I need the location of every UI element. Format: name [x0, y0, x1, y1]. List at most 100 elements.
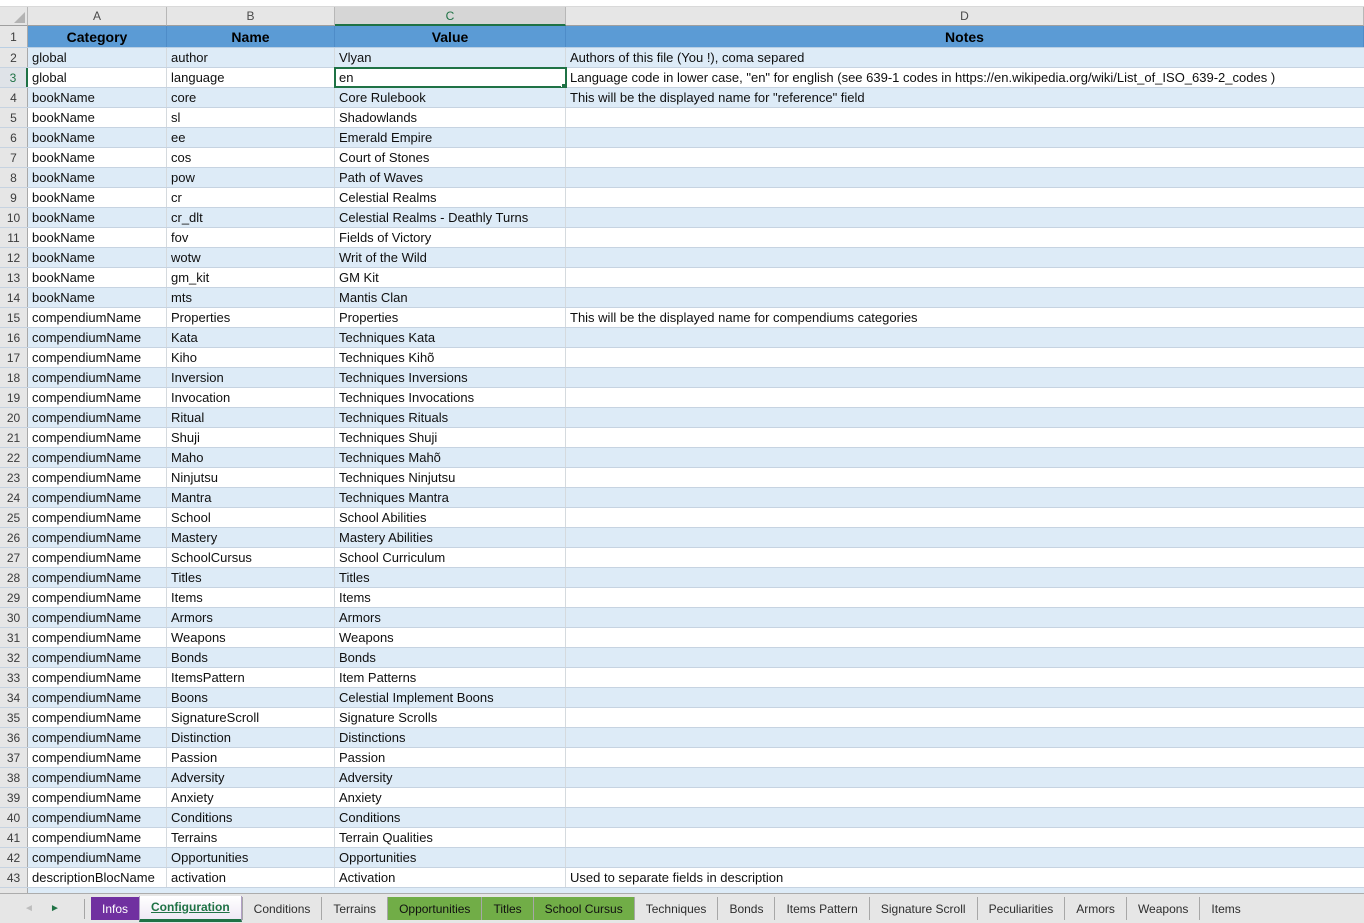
- row-number[interactable]: 15: [0, 308, 28, 327]
- cell-category[interactable]: compendiumName: [28, 828, 167, 847]
- row-number[interactable]: 7: [0, 148, 28, 167]
- cell-value[interactable]: Path of Waves: [335, 168, 566, 187]
- sheet-tab-bonds[interactable]: Bonds: [717, 897, 774, 920]
- cell-category[interactable]: compendiumName: [28, 808, 167, 827]
- cell-category[interactable]: compendiumName: [28, 428, 167, 447]
- cell-notes[interactable]: [566, 268, 1364, 287]
- cell-name[interactable]: Conditions: [167, 808, 335, 827]
- cell-category[interactable]: compendiumName: [28, 488, 167, 507]
- cell-category[interactable]: compendiumName: [28, 568, 167, 587]
- fill-handle[interactable]: [561, 83, 566, 87]
- row-number[interactable]: 37: [0, 748, 28, 767]
- cell-name[interactable]: Kata: [167, 328, 335, 347]
- cell-value[interactable]: Mantis Clan: [335, 288, 566, 307]
- cell-value[interactable]: Distinctions: [335, 728, 566, 747]
- column-header-a[interactable]: A: [28, 7, 167, 26]
- row-number[interactable]: 33: [0, 668, 28, 687]
- cell-notes[interactable]: This will be the displayed name for "ref…: [566, 88, 1364, 107]
- header-cell-value[interactable]: Value: [335, 26, 566, 47]
- row-number[interactable]: 11: [0, 228, 28, 247]
- column-header-d[interactable]: D: [566, 7, 1364, 26]
- cell-category[interactable]: global: [28, 68, 167, 87]
- sheet-tab-peculiarities[interactable]: Peculiarities: [977, 897, 1065, 920]
- cell-name[interactable]: Invocation: [167, 388, 335, 407]
- cell-notes[interactable]: [566, 388, 1364, 407]
- cell-notes[interactable]: [566, 748, 1364, 767]
- cell-value[interactable]: Techniques Mantra: [335, 488, 566, 507]
- row-number[interactable]: 14: [0, 288, 28, 307]
- cell-value[interactable]: en: [335, 68, 566, 87]
- cell-name[interactable]: cos: [167, 148, 335, 167]
- row-number[interactable]: 23: [0, 468, 28, 487]
- row-number[interactable]: 3: [0, 68, 28, 87]
- cell-name[interactable]: ItemsPattern: [167, 668, 335, 687]
- cell-category[interactable]: bookName: [28, 208, 167, 227]
- cell-category[interactable]: bookName: [28, 248, 167, 267]
- cell-notes[interactable]: [566, 768, 1364, 787]
- cell-category[interactable]: descriptionBlocName: [28, 868, 167, 887]
- cell-notes[interactable]: [566, 708, 1364, 727]
- select-all-corner[interactable]: [0, 7, 28, 26]
- cell-category[interactable]: bookName: [28, 188, 167, 207]
- cell-notes[interactable]: [566, 448, 1364, 467]
- cell-value[interactable]: Techniques Kata: [335, 328, 566, 347]
- row-number[interactable]: 1: [0, 26, 28, 47]
- cell-name[interactable]: Opportunities: [167, 848, 335, 867]
- sheet-tab-items-pattern[interactable]: Items Pattern: [774, 897, 868, 920]
- cell-notes[interactable]: [566, 288, 1364, 307]
- cell-name[interactable]: Kiho: [167, 348, 335, 367]
- cell-category[interactable]: compendiumName: [28, 608, 167, 627]
- cell-notes[interactable]: [566, 788, 1364, 807]
- cell-value[interactable]: Techniques Rituals: [335, 408, 566, 427]
- cell-name[interactable]: Weapons: [167, 628, 335, 647]
- cell-name[interactable]: Adversity: [167, 768, 335, 787]
- cell-name[interactable]: Shuji: [167, 428, 335, 447]
- row-number[interactable]: 20: [0, 408, 28, 427]
- cell-category[interactable]: compendiumName: [28, 528, 167, 547]
- cell-notes[interactable]: [566, 688, 1364, 707]
- cell-category[interactable]: bookName: [28, 148, 167, 167]
- cell-category[interactable]: compendiumName: [28, 348, 167, 367]
- tab-scroll-left-icon[interactable]: ◄: [16, 903, 42, 914]
- cell-name[interactable]: cr: [167, 188, 335, 207]
- row-number[interactable]: 43: [0, 868, 28, 887]
- cell-name[interactable]: School: [167, 508, 335, 527]
- cell-notes[interactable]: [566, 648, 1364, 667]
- column-header-c[interactable]: C: [335, 7, 566, 26]
- cell-notes[interactable]: [566, 248, 1364, 267]
- cell-value[interactable]: School Curriculum: [335, 548, 566, 567]
- row-number[interactable]: 19: [0, 388, 28, 407]
- sheet-tab-signature-scroll[interactable]: Signature Scroll: [869, 897, 977, 920]
- row-number[interactable]: 10: [0, 208, 28, 227]
- cell-value[interactable]: Techniques Ninjutsu: [335, 468, 566, 487]
- cell-name[interactable]: Passion: [167, 748, 335, 767]
- cell-name[interactable]: Mastery: [167, 528, 335, 547]
- cell-name[interactable]: fov: [167, 228, 335, 247]
- row-number[interactable]: 22: [0, 448, 28, 467]
- cell-value[interactable]: Court of Stones: [335, 148, 566, 167]
- cell-name[interactable]: Titles: [167, 568, 335, 587]
- cell-name[interactable]: Bonds: [167, 648, 335, 667]
- cell-name[interactable]: Boons: [167, 688, 335, 707]
- row-number[interactable]: 5: [0, 108, 28, 127]
- cell-value[interactable]: Weapons: [335, 628, 566, 647]
- cell-category[interactable]: compendiumName: [28, 448, 167, 467]
- cell-name[interactable]: core: [167, 88, 335, 107]
- cell-value[interactable]: Vlyan: [335, 48, 566, 67]
- cell-value[interactable]: Terrain Qualities: [335, 828, 566, 847]
- cell-category[interactable]: compendiumName: [28, 408, 167, 427]
- row-number[interactable]: 28: [0, 568, 28, 587]
- sheet-tab-conditions[interactable]: Conditions: [242, 897, 322, 920]
- cell-value[interactable]: Techniques Mahõ: [335, 448, 566, 467]
- cell-notes[interactable]: Used to separate fields in description: [566, 868, 1364, 887]
- row-number[interactable]: 2: [0, 48, 28, 67]
- cell-value[interactable]: Adversity: [335, 768, 566, 787]
- cell-category[interactable]: compendiumName: [28, 848, 167, 867]
- sheet-tab-techniques[interactable]: Techniques: [634, 897, 718, 920]
- cell-name[interactable]: Properties: [167, 308, 335, 327]
- row-number[interactable]: 24: [0, 488, 28, 507]
- cell-category[interactable]: global: [28, 48, 167, 67]
- sheet-tab-opportunities[interactable]: Opportunities: [387, 897, 481, 920]
- row-number[interactable]: 36: [0, 728, 28, 747]
- cell-name[interactable]: pow: [167, 168, 335, 187]
